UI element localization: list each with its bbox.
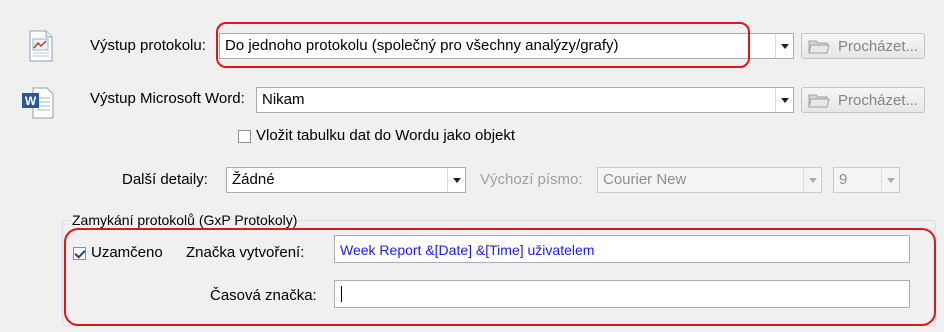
report-browse-label: Procházet... bbox=[838, 37, 919, 55]
report-output-label: Výstup protokolu: bbox=[90, 37, 206, 54]
chevron-down-icon[interactable] bbox=[803, 168, 821, 192]
font-size-combo[interactable]: 9 bbox=[833, 167, 900, 193]
chevron-down-icon[interactable] bbox=[775, 34, 793, 58]
svg-text:W: W bbox=[25, 94, 37, 108]
settings-panel: Výstup protokolu: Do jednoho protokolu (… bbox=[0, 0, 944, 332]
details-label: Další detaily: bbox=[122, 171, 208, 188]
word-output-combo[interactable]: Nikam bbox=[256, 87, 794, 113]
embed-checkbox-row[interactable]: Vložit tabulku dat do Wordu jako objekt bbox=[238, 126, 515, 146]
chevron-down-icon[interactable] bbox=[775, 88, 793, 112]
chevron-down-icon[interactable] bbox=[447, 168, 465, 192]
locking-highlight bbox=[64, 228, 936, 326]
word-browse-label: Procházet... bbox=[838, 91, 919, 109]
report-output-highlight bbox=[216, 22, 750, 68]
folder-icon bbox=[808, 94, 830, 108]
details-combo[interactable]: Žádné bbox=[226, 167, 466, 193]
embed-checkbox-label: Vložit tabulku dat do Wordu jako objekt bbox=[256, 127, 516, 144]
folder-icon bbox=[808, 40, 830, 54]
font-combo[interactable]: Courier New bbox=[597, 167, 822, 193]
font-label: Výchozí písmo: bbox=[480, 171, 583, 188]
word-browse-button[interactable]: Procházet... bbox=[801, 87, 925, 113]
locking-group-title: Zamykání protokolů (GxP Protokoly) bbox=[70, 210, 300, 230]
word-output-label: Výstup Microsoft Word: bbox=[90, 90, 245, 107]
report-browse-button[interactable]: Procházet... bbox=[801, 33, 925, 59]
chevron-down-icon[interactable] bbox=[881, 168, 899, 192]
embed-checkbox[interactable] bbox=[238, 129, 251, 143]
font-size-value: 9 bbox=[839, 171, 848, 188]
details-value: Žádné bbox=[232, 171, 275, 188]
word-output-value: Nikam bbox=[262, 91, 305, 108]
report-icon bbox=[27, 30, 55, 62]
font-value: Courier New bbox=[603, 171, 687, 188]
word-icon: W bbox=[21, 86, 55, 120]
